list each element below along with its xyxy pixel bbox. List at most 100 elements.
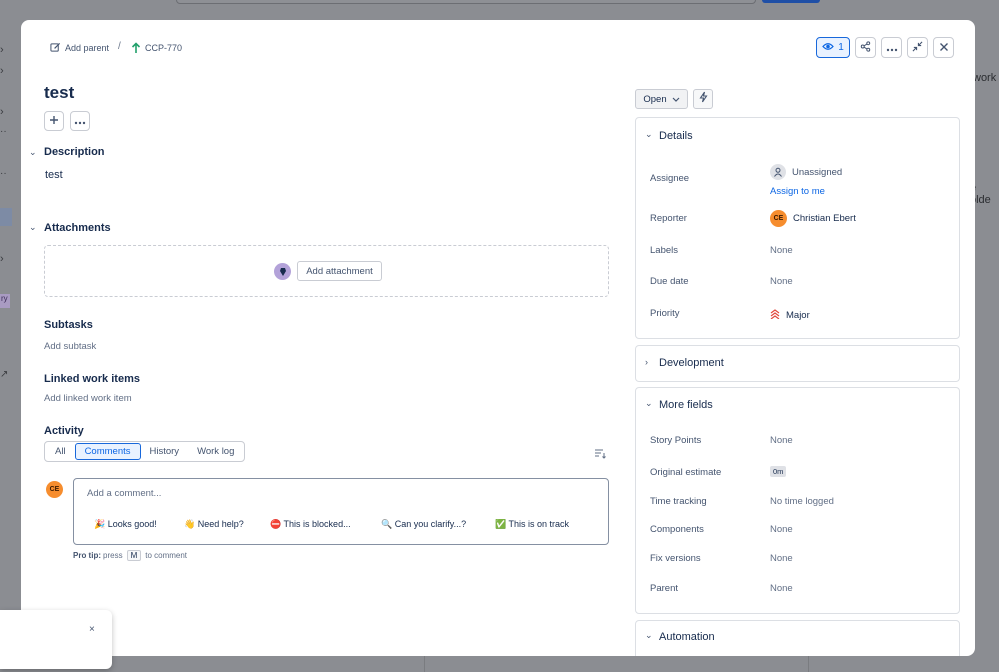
tab-history[interactable]: History: [141, 443, 189, 460]
background-divider: [424, 656, 425, 672]
status-dropdown[interactable]: Open: [635, 89, 688, 109]
background-selected-nav: [0, 208, 12, 226]
pro-tip-label: Pro tip:: [73, 551, 101, 560]
arrow-up-icon: [131, 42, 141, 54]
reporter-name: Christian Ebert: [793, 213, 856, 224]
chevron-down-icon[interactable]: ⌄: [29, 147, 37, 158]
development-heading: Development: [659, 357, 724, 369]
chevron-down-icon[interactable]: ⌄: [29, 222, 37, 233]
story-points-label: Story Points: [650, 435, 702, 446]
tab-work-log[interactable]: Work log: [188, 443, 243, 460]
chevron-right-icon: ›: [0, 253, 4, 265]
user-icon: [770, 164, 786, 180]
parent-value[interactable]: None: [770, 583, 793, 594]
development-panel[interactable]: › Development: [635, 345, 960, 382]
assignee-label: Assignee: [650, 173, 690, 184]
issue-title[interactable]: test: [44, 83, 74, 103]
story-points-value[interactable]: None: [770, 435, 793, 446]
original-estimate-value[interactable]: 0m: [770, 466, 787, 477]
status-label: Open: [643, 93, 667, 105]
more-fields-panel: ⌄ More fields Story Points None Original…: [635, 387, 960, 614]
due-date-value[interactable]: None: [770, 276, 793, 287]
attachment-icon: [274, 263, 291, 280]
more-icon: ··: [0, 126, 7, 137]
quick-reply-looks-good[interactable]: 🎉 Looks good!: [94, 519, 157, 530]
reporter-label: Reporter: [650, 213, 687, 224]
tab-all[interactable]: All: [46, 443, 75, 460]
breadcrumb-separator: /: [118, 41, 121, 52]
parent-label: Parent: [650, 583, 678, 594]
chevron-right-icon: ›: [645, 357, 648, 367]
subtasks-heading: Subtasks: [44, 319, 93, 331]
comment-input[interactable]: Add a comment...: [87, 488, 161, 499]
quick-reply-blocked[interactable]: ⛔ This is blocked...: [270, 519, 351, 530]
notification-toast: ×: [0, 610, 112, 669]
add-parent-link[interactable]: Add parent: [50, 42, 109, 53]
issue-key: CCP-770: [145, 43, 183, 53]
pro-tip-suffix: to comment: [145, 551, 188, 560]
comment-editor[interactable]: Add a comment... 🎉 Looks good! 👋 Need he…: [73, 478, 609, 545]
chevron-down-icon: [672, 94, 680, 105]
details-panel: ⌄ Details Assignee Unassigned Assign to …: [635, 117, 960, 339]
automation-button[interactable]: [693, 89, 713, 109]
close-icon[interactable]: ×: [89, 624, 95, 635]
add-attachment-button[interactable]: Add attachment: [297, 261, 382, 281]
chevron-down-icon: ⌄: [645, 630, 653, 640]
chevron-right-icon: ›: [0, 106, 4, 118]
add-subtask-link[interactable]: Add subtask: [44, 341, 96, 352]
fix-versions-label: Fix versions: [650, 553, 701, 564]
fix-versions-value[interactable]: None: [770, 553, 793, 564]
share-button[interactable]: [855, 37, 876, 58]
components-label: Components: [650, 524, 704, 535]
activity-tabs: All Comments History Work log: [44, 441, 246, 462]
background-text: work i: [973, 72, 997, 96]
external-link-icon: ↗: [0, 369, 9, 380]
labels-value[interactable]: None: [770, 245, 793, 256]
avatar: CE: [46, 481, 63, 498]
details-heading[interactable]: Details: [659, 130, 693, 142]
quick-reply-on-track[interactable]: ✅ This is on track: [495, 519, 569, 530]
more-options-button[interactable]: [70, 111, 90, 131]
quick-reply-need-help[interactable]: 👋 Need help?: [184, 519, 244, 530]
priority-name: Major: [786, 309, 810, 321]
chevron-right-icon: ›: [0, 44, 4, 56]
background-search-bar: [176, 0, 756, 4]
close-button[interactable]: [933, 37, 954, 58]
add-linked-item-link[interactable]: Add linked work item: [44, 393, 132, 404]
chevron-down-icon[interactable]: ⌄: [645, 129, 653, 140]
linked-items-heading: Linked work items: [44, 373, 140, 385]
assign-to-me-link[interactable]: Assign to me: [770, 186, 825, 197]
sort-icon[interactable]: [594, 446, 606, 464]
pro-tip-press: press: [103, 551, 123, 560]
reporter-value[interactable]: CE Christian Ebert: [770, 210, 856, 227]
assignee-value[interactable]: Unassigned: [770, 164, 842, 180]
priority-value[interactable]: Major: [770, 308, 810, 322]
more-icon: [74, 112, 86, 130]
more-actions-button[interactable]: [881, 37, 902, 58]
close-icon: [939, 39, 949, 57]
add-button[interactable]: [44, 111, 64, 131]
activity-heading: Activity: [44, 425, 84, 437]
labels-label: Labels: [650, 245, 678, 256]
more-icon: [886, 39, 898, 57]
assignee-name: Unassigned: [792, 166, 843, 178]
quick-reply-clarify[interactable]: 🔍 Can you clarify...?: [381, 519, 466, 530]
keyboard-shortcut: M: [126, 550, 142, 561]
tab-comments[interactable]: Comments: [74, 443, 141, 460]
components-value[interactable]: None: [770, 524, 793, 535]
chevron-down-icon[interactable]: ⌄: [645, 398, 653, 409]
watch-button[interactable]: 1: [816, 37, 850, 58]
estimate-badge: 0m: [770, 466, 787, 477]
lightning-icon: [698, 90, 708, 108]
pro-tip: Pro tip: press M to comment: [73, 550, 187, 561]
description-heading: Description: [44, 146, 105, 158]
add-parent-label: Add parent: [65, 42, 110, 53]
time-tracking-value[interactable]: No time logged: [770, 496, 834, 507]
more-fields-heading[interactable]: More fields: [659, 399, 713, 411]
more-icon: ··: [0, 168, 7, 179]
automation-panel[interactable]: ⌄ Automation: [635, 620, 960, 656]
description-text[interactable]: test: [45, 169, 63, 181]
chevron-right-icon: ›: [0, 65, 4, 77]
issue-key-link[interactable]: CCP-770: [131, 42, 182, 54]
minimize-button[interactable]: [907, 37, 928, 58]
